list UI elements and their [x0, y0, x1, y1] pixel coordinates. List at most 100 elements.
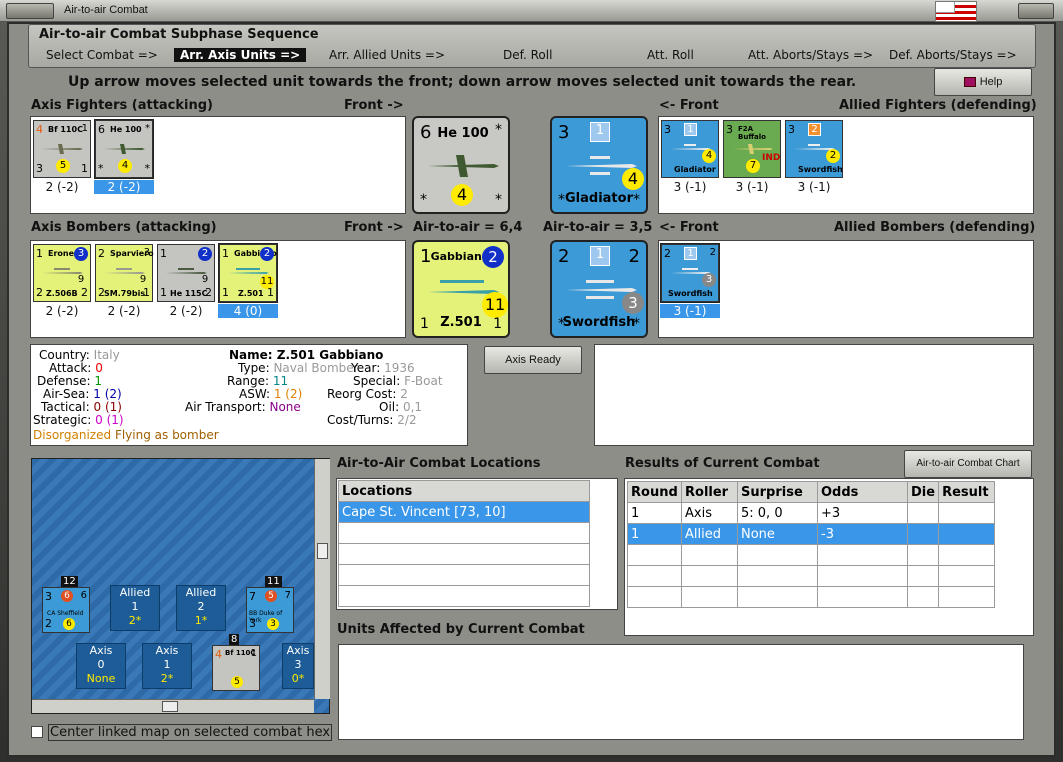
big-counter-strength: 1: [493, 316, 502, 332]
counter-movement: 4: [702, 149, 716, 163]
axis-bomber-counter[interactable]: 2 Sparviero 3 9 2 SM.79bis 1: [95, 244, 154, 302]
german-flag-icon: [935, 1, 977, 22]
year-label: Year:: [351, 361, 381, 375]
map-vertical-scrollbar[interactable]: [314, 459, 330, 699]
help-button[interactable]: Help: [934, 68, 1032, 96]
col-die: Die: [906, 481, 940, 503]
plane-stack-count: 8: [229, 634, 240, 645]
locations-list[interactable]: Locations Cape St. Vincent [73, 10]: [336, 478, 618, 610]
name-label: Name:: [229, 348, 273, 362]
subphase-header: Air-to-air Combat Subphase Sequence: [39, 27, 319, 42]
counter-name: Bf 110C: [48, 125, 83, 134]
axis-fighters-label: Axis Fighters (attacking): [31, 98, 213, 113]
unit-info-panel: Country: Italy Attack: 0 Defense: 1 Air-…: [30, 344, 468, 446]
counter-movement: 2: [826, 149, 840, 163]
axis-hex-3[interactable]: Axis 3 0*: [282, 643, 314, 689]
location-row[interactable]: Cape St. Vincent [73, 10]: [338, 501, 590, 523]
year-value: 1936: [384, 361, 415, 375]
center-map-checkbox[interactable]: [31, 726, 43, 738]
counter-square: 2: [808, 123, 821, 136]
ship-defense: 3: [249, 617, 256, 630]
front-left-label-1: <- Front: [659, 98, 719, 113]
counter-strength: *: [144, 162, 151, 175]
counter-strength: 1: [81, 162, 88, 175]
hex-count: 1: [163, 658, 171, 671]
axis-fighter-value: 2 (-2): [94, 180, 154, 194]
big-counter-subname: Swordfish: [562, 315, 636, 330]
allied-fighter-counter[interactable]: 3 1 4 Gladiator: [661, 120, 719, 178]
combat-chart-button[interactable]: Air-to-air Combat Chart: [904, 450, 1032, 478]
counter-name: Gladiator: [674, 165, 716, 174]
locations-title: Air-to-Air Combat Locations: [337, 456, 541, 471]
axis-bomber-counter[interactable]: 1 Erone 3 9 2 Z.506B 2: [33, 244, 91, 302]
units-affected-title: Units Affected by Current Combat: [337, 622, 585, 637]
asw-label: ASW:: [239, 387, 271, 401]
allied-fighter-value: 3 (-1): [797, 180, 831, 194]
big-counter-movement: 3: [622, 292, 644, 314]
col-result: Result: [938, 481, 996, 503]
oil-value: 0,1: [402, 400, 423, 414]
cell-odds: +3: [817, 502, 908, 524]
plane-range: 1: [250, 648, 257, 659]
counter-subname: Z.506B: [46, 289, 78, 298]
front-right-label-2: Front ->: [344, 220, 404, 235]
allied-bomber-value: 3 (-1): [660, 304, 720, 318]
transport-value: None: [269, 400, 301, 414]
ship-counter[interactable]: 12 3 6 6 CA Sheffield 2 6: [42, 576, 90, 633]
special-label: Special:: [353, 374, 401, 388]
axis-bomber-value: 2 (-2): [45, 304, 79, 318]
cost-label: Cost/Turns:: [327, 413, 394, 427]
big-counter-square: 1: [590, 122, 610, 142]
map-hscroll-thumb[interactable]: [162, 701, 178, 712]
center-map-label: Center linked map on selected combat hex: [48, 724, 333, 741]
big-counter-movement: 4: [622, 168, 644, 190]
allied-bomber-counter[interactable]: 2 1 2 3 Swordfish: [660, 243, 720, 303]
plane-icon: [104, 144, 145, 154]
col-roller: Roller: [681, 481, 738, 503]
result-row[interactable]: 1 Axis 5: 0, 0 +3: [627, 502, 996, 524]
system-menu-button[interactable]: [6, 3, 54, 19]
type-label: Type:: [238, 361, 270, 375]
allied-fighters-label: Allied Fighters (defending): [839, 98, 1037, 113]
counter-square: 1: [684, 123, 697, 136]
asw-value: 1 (2): [273, 387, 303, 401]
range-value: 11: [272, 374, 289, 388]
big-counter-defense: *: [420, 192, 427, 208]
map-vscroll-thumb[interactable]: [317, 543, 328, 559]
big-counter-strength: *: [633, 316, 640, 332]
map-plane-counter[interactable]: 8 4 Bf 110C 1 5: [212, 634, 260, 691]
axis-bomber-counter[interactable]: 1 Gabbiano 2 11 1 Z.501 1: [218, 243, 278, 303]
cell-result: [938, 523, 996, 545]
allied-fighter-counter[interactable]: 3 2 2 Swordfish: [785, 120, 843, 178]
cost-value: 2/2: [397, 413, 417, 427]
axis-hex-0[interactable]: Axis 0 None: [76, 643, 126, 689]
close-button[interactable]: [1018, 3, 1054, 19]
counter-defense: *: [98, 162, 104, 175]
result-row[interactable]: 1 Allied None -3: [627, 523, 996, 545]
big-counter-attack: 3: [558, 122, 570, 143]
counter-attack: 3: [788, 123, 795, 136]
mini-map[interactable]: 12 3 6 6 CA Sheffield 2 6 Allied 1 2* Alli…: [31, 458, 330, 714]
ship-circle: 6: [61, 590, 73, 602]
country-value: Italy: [93, 348, 120, 362]
counter-name: F2A Buffalo: [738, 125, 766, 141]
location-name: Cape St. Vincent [73, 10]: [338, 501, 590, 523]
ship-stack-count: 12: [61, 576, 78, 587]
axis-hex-1[interactable]: Axis 1 2*: [142, 643, 192, 689]
axis-fighter-counter[interactable]: 6 He 100 * * 4 *: [94, 119, 154, 179]
transport-label: Air Transport:: [185, 400, 266, 414]
airsea-value: 1 (2): [93, 387, 122, 401]
cell-roller: Axis: [681, 502, 738, 524]
map-horizontal-scrollbar[interactable]: [32, 699, 314, 713]
axis-ready-button[interactable]: Axis Ready: [484, 346, 582, 374]
allied-fighter-counter[interactable]: 3 F2A Buffalo IND 7: [723, 120, 781, 178]
axis-fighter-counter[interactable]: 4 Bf 110C 1 3 5 1: [33, 120, 91, 178]
axis-bomber-counter[interactable]: 1 2 9 1 He 115C 2: [157, 244, 215, 302]
counter-defense: 2: [36, 286, 43, 299]
cell-roller: Allied: [681, 523, 738, 545]
counter-name: He 100: [110, 125, 142, 134]
allied-hex-2[interactable]: Allied 2 1*: [176, 585, 226, 631]
allied-hex-1[interactable]: Allied 1 2*: [110, 585, 160, 631]
cell-result: [938, 502, 996, 524]
ship-counter[interactable]: 11 7 5 7 BB Duke of York 3 3: [246, 576, 294, 633]
